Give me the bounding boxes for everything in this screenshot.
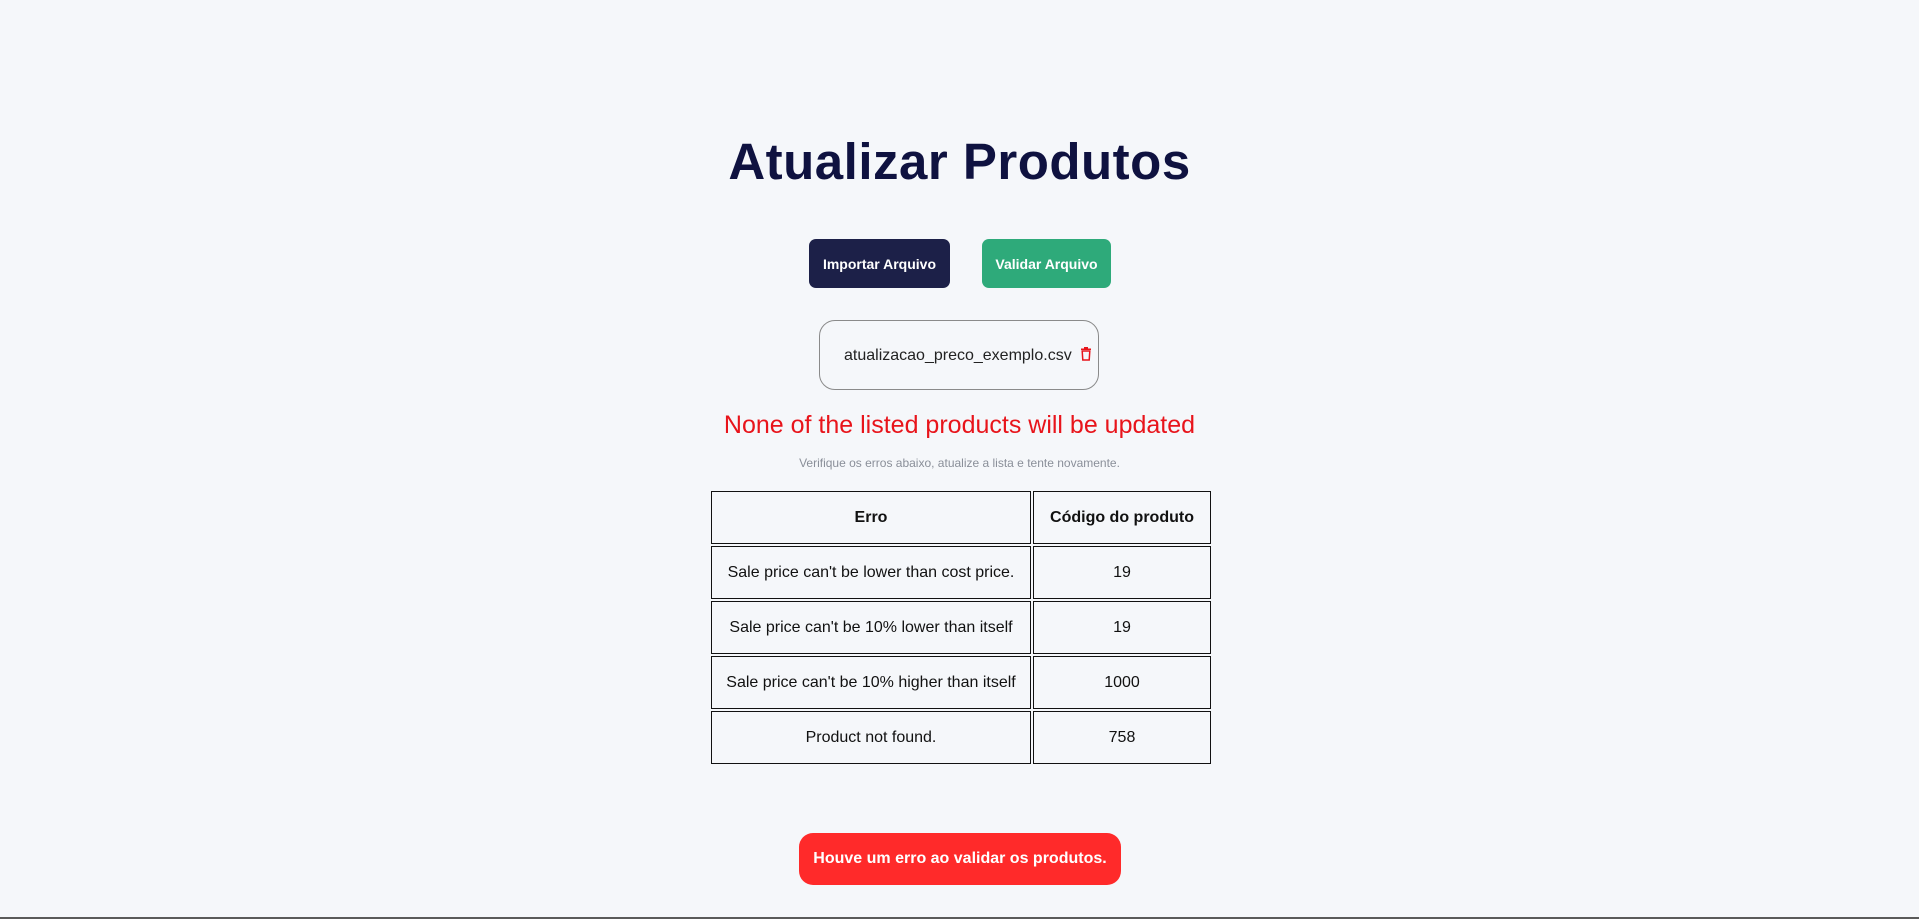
- error-cell: Product not found.: [711, 711, 1031, 764]
- page-title: Atualizar Produtos: [728, 133, 1191, 190]
- validation-error-hint: Verifique os erros abaixo, atualize a li…: [799, 456, 1120, 470]
- table-header-row: Erro Código do produto: [711, 491, 1211, 544]
- column-header-error: Erro: [711, 491, 1031, 544]
- table-row: Sale price can't be 10% lower than itsel…: [711, 601, 1211, 654]
- error-cell: Sale price can't be 10% higher than itse…: [711, 656, 1031, 709]
- trash-icon[interactable]: [1080, 347, 1092, 361]
- import-file-button[interactable]: Importar Arquivo: [809, 239, 950, 288]
- selected-file-chip: atualizacao_preco_exemplo.csv: [819, 320, 1099, 390]
- table-row: Sale price can't be lower than cost pric…: [711, 546, 1211, 599]
- validation-error-headline: None of the listed products will be upda…: [723, 411, 1196, 439]
- error-toast: Houve um erro ao validar os produtos.: [799, 833, 1121, 885]
- update-products-page: Atualizar Produtos Importar Arquivo Vali…: [0, 0, 1919, 919]
- product-code-cell: 758: [1033, 711, 1211, 764]
- validate-file-button[interactable]: Validar Arquivo: [982, 239, 1111, 288]
- error-cell: Sale price can't be 10% lower than itsel…: [711, 601, 1031, 654]
- file-name: atualizacao_preco_exemplo.csv: [844, 347, 1072, 364]
- column-header-product-code: Código do produto: [1033, 491, 1211, 544]
- product-code-cell: 19: [1033, 546, 1211, 599]
- table-row: Product not found. 758: [711, 711, 1211, 764]
- error-cell: Sale price can't be lower than cost pric…: [711, 546, 1031, 599]
- table-row: Sale price can't be 10% higher than itse…: [711, 656, 1211, 709]
- errors-table: Erro Código do produto Sale price can't …: [709, 489, 1213, 766]
- product-code-cell: 1000: [1033, 656, 1211, 709]
- product-code-cell: 19: [1033, 601, 1211, 654]
